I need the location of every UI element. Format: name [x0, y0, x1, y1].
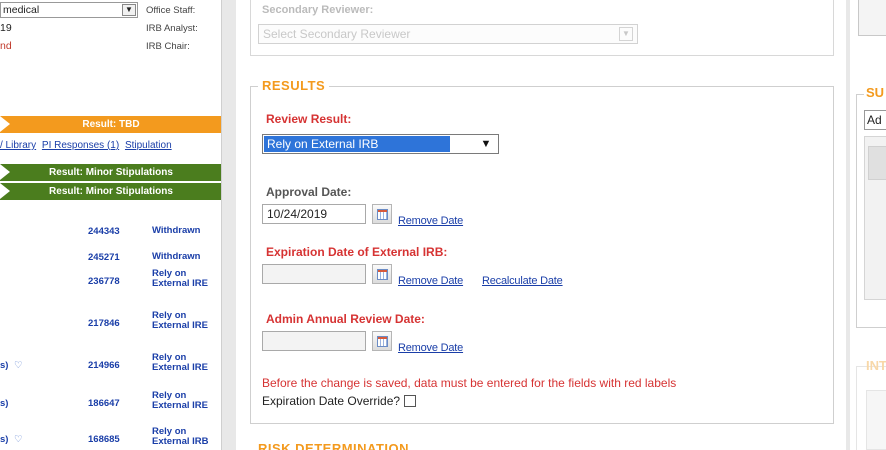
- library-link[interactable]: / Library: [0, 140, 36, 151]
- main-panel: Secondary Reviewer: Select Secondary Rev…: [236, 0, 846, 450]
- review-status: Rely on External IRE: [152, 268, 208, 289]
- risk-determination-title: RISK DETERMINATION: [258, 441, 410, 450]
- expiration-override-row: Expiration Date Override?: [262, 394, 417, 408]
- review-number: 236778: [88, 276, 120, 287]
- irb-chair-value: nd: [0, 40, 12, 52]
- previous-review-row[interactable]: 236778 Rely on External IRE: [0, 266, 221, 302]
- previous-review-row[interactable]: s) 186647 Rely on External IRE: [0, 388, 221, 424]
- approval-date-label: Approval Date:: [266, 185, 352, 199]
- review-number: 217846: [88, 318, 120, 329]
- irb-analyst-value: 19: [0, 22, 12, 34]
- minor-stipulations-banner-1[interactable]: Result: Minor Stipulations: [0, 164, 221, 181]
- chevron-down-icon[interactable]: ▼: [619, 27, 633, 41]
- expiration-override-checkbox[interactable]: [404, 395, 417, 407]
- minor-stipulations-label: Result: Minor Stipulations: [49, 167, 173, 178]
- minor-stipulations-banner-2[interactable]: Result: Minor Stipulations: [0, 183, 221, 200]
- int-title: INT: [866, 358, 886, 373]
- previous-review-row[interactable]: 217846 Rely on External IRE: [0, 308, 221, 344]
- result-tbd-banner[interactable]: Result: TBD: [0, 116, 221, 133]
- expiration-remove-date-link[interactable]: Remove Date: [398, 275, 463, 287]
- office-staff-label: Office Staff:: [146, 5, 196, 16]
- secondary-reviewer-placeholder: Select Secondary Reviewer: [263, 27, 411, 41]
- right-top-box: [858, 0, 886, 36]
- department-select[interactable]: medical ▼: [0, 2, 138, 18]
- irb-chair-row: nd IRB Chair:: [0, 38, 221, 56]
- expiration-date-label: Expiration Date of External IRB:: [266, 245, 448, 259]
- stipulations-link[interactable]: Stipulation: [125, 140, 172, 151]
- irb-analyst-row: 19 IRB Analyst:: [0, 20, 221, 38]
- su-inner-bar: [868, 146, 886, 180]
- irb-chair-label: IRB Chair:: [146, 41, 190, 52]
- calendar-icon: [377, 209, 388, 220]
- results-title: RESULTS: [258, 78, 330, 93]
- previous-review-row[interactable]: s) ♡ 214966 Rely on External IRE: [0, 350, 221, 386]
- review-status: Rely on External IRE: [152, 352, 208, 373]
- int-inner-panel: [866, 390, 886, 450]
- expiration-calendar-button[interactable]: [372, 264, 392, 284]
- review-prefix: s): [0, 398, 9, 409]
- review-number: 244343: [88, 226, 120, 237]
- previous-review-row[interactable]: s) ♡ 168685 Rely on External IRB: [0, 424, 221, 450]
- review-status: Rely on External IRB: [152, 426, 209, 447]
- chevron-down-icon[interactable]: ▼: [476, 137, 496, 151]
- review-result-select[interactable]: Rely on External IRB ▼: [262, 134, 499, 154]
- result-tbd-label: Result: TBD: [82, 119, 140, 130]
- required-fields-warning: Before the change is saved, data must be…: [262, 376, 677, 390]
- secondary-reviewer-label: Secondary Reviewer:: [262, 4, 374, 16]
- approval-date-input[interactable]: 10/24/2019: [262, 204, 366, 224]
- review-status: Rely on External IRE: [152, 310, 208, 331]
- secondary-reviewer-select[interactable]: Select Secondary Reviewer ▼: [258, 24, 638, 44]
- right-panel: SU Ad INT: [850, 0, 886, 450]
- admin-annual-remove-date-link[interactable]: Remove Date: [398, 342, 463, 354]
- calendar-icon: [377, 269, 388, 280]
- minor-stipulations-label: Result: Minor Stipulations: [49, 186, 173, 197]
- pi-responses-link[interactable]: PI Responses (1): [42, 140, 119, 151]
- admin-annual-review-label: Admin Annual Review Date:: [266, 312, 425, 326]
- calendar-icon: [377, 336, 388, 347]
- department-value: medical: [3, 4, 40, 16]
- review-prefix: s): [0, 360, 9, 371]
- review-number: 186647: [88, 398, 120, 409]
- review-number: 214966: [88, 360, 120, 371]
- chevron-down-icon[interactable]: ▼: [122, 4, 136, 16]
- approval-calendar-button[interactable]: [372, 204, 392, 224]
- comment-bubble-icon[interactable]: ♡: [14, 434, 23, 445]
- review-status: Withdrawn: [152, 251, 201, 262]
- irb-analyst-label: IRB Analyst:: [146, 23, 198, 34]
- comment-bubble-icon[interactable]: ♡: [14, 360, 23, 371]
- ad-input[interactable]: Ad: [864, 110, 886, 130]
- expiration-date-input[interactable]: [262, 264, 366, 284]
- review-status: Rely on External IRE: [152, 390, 208, 411]
- review-number: 168685: [88, 434, 120, 445]
- review-result-label: Review Result:: [266, 112, 352, 126]
- review-links: / Library PI Responses (1) Stipulation: [0, 140, 221, 151]
- review-number: 245271: [88, 252, 120, 263]
- department-row: medical ▼ Office Staff:: [0, 2, 221, 20]
- review-status: Withdrawn: [152, 225, 201, 236]
- su-title: SU: [864, 85, 886, 100]
- review-result-value: Rely on External IRB: [264, 136, 450, 152]
- admin-annual-calendar-button[interactable]: [372, 331, 392, 351]
- left-panel: medical ▼ Office Staff: 19 IRB Analyst: …: [0, 0, 222, 450]
- expiration-override-label: Expiration Date Override?: [262, 394, 401, 408]
- recalculate-date-link[interactable]: Recalculate Date: [482, 275, 563, 287]
- review-prefix: s): [0, 434, 9, 445]
- approval-remove-date-link[interactable]: Remove Date: [398, 215, 463, 227]
- admin-annual-review-input[interactable]: [262, 331, 366, 351]
